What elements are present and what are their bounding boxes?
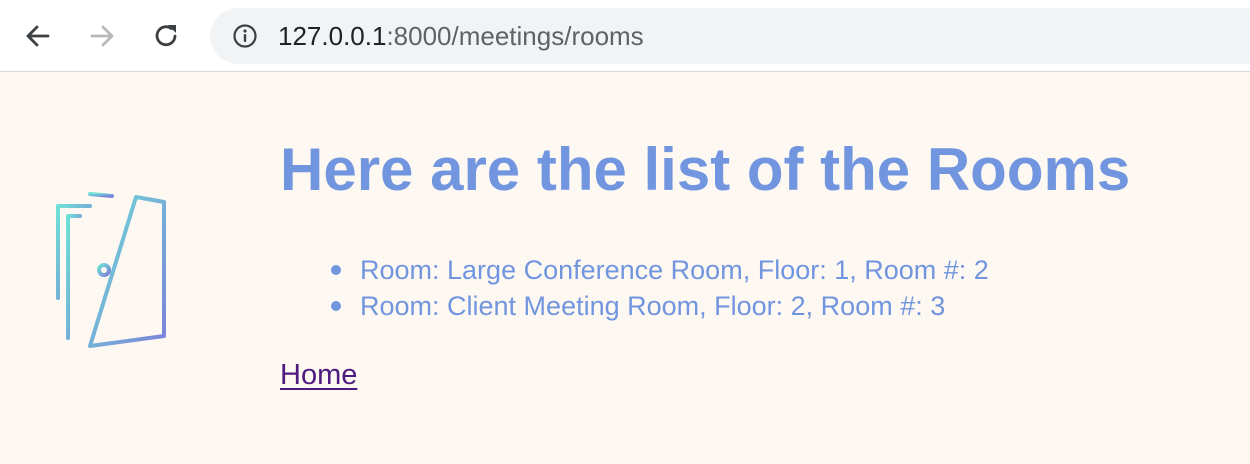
arrow-right-icon (90, 25, 114, 47)
home-link[interactable]: Home (280, 356, 357, 394)
bullet (331, 301, 341, 311)
info-icon[interactable] (232, 23, 258, 49)
forward-button[interactable] (84, 18, 120, 54)
room-text: Room: Client Meeting Room, Floor: 2, Roo… (360, 291, 946, 321)
arrow-left-icon (26, 25, 50, 47)
back-button[interactable] (20, 18, 56, 54)
list-item: Room: Large Conference Room, Floor: 1, R… (331, 252, 989, 288)
reload-icon (155, 25, 177, 47)
address-bar[interactable]: 127.0.0.1:8000/meetings/rooms (210, 8, 1250, 64)
url-host: 127.0.0.1 (278, 21, 387, 51)
room-list: Room: Large Conference Room, Floor: 1, R… (331, 252, 989, 324)
reload-button[interactable] (148, 18, 184, 54)
browser-toolbar: 127.0.0.1:8000/meetings/rooms (0, 0, 1250, 72)
url-path: :8000/meetings/rooms (386, 21, 644, 51)
door-icon (30, 192, 190, 348)
list-item: Room: Client Meeting Room, Floor: 2, Roo… (331, 288, 989, 324)
url-text[interactable]: 127.0.0.1:8000/meetings/rooms (278, 8, 644, 64)
bullet (331, 265, 341, 275)
room-text: Room: Large Conference Room, Floor: 1, R… (360, 255, 989, 285)
page-title: Here are the list of the Rooms (280, 136, 1131, 203)
